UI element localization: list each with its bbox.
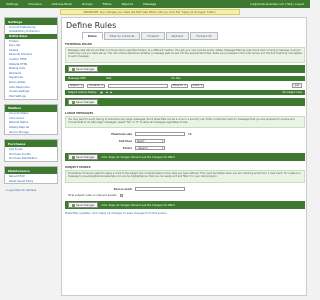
rules-display-label: Subject rules to display: — [68, 91, 97, 94]
save-icon — [72, 67, 75, 71]
main-content: Define Rules Rules Filter by Contents Fo… — [61, 17, 307, 296]
folder-select[interactable]: Inbox ▾ — [190, 83, 205, 88]
folder-row: Folder <Reject> ▾ — [102, 146, 165, 150]
rules-col-text: Text — [106, 77, 112, 80]
rules-count: No subject rules — [282, 91, 302, 94]
sidebar: Settings Account Preferences Global/Poli… — [4, 17, 58, 193]
action-select[interactable]: Move to ▾ — [170, 83, 188, 88]
bottom-note-link[interactable]: Make filter updates, click 'Apply all ch… — [65, 212, 305, 215]
chevron-down-icon: ▾ — [101, 84, 103, 87]
chevron-down-icon: ▾ — [201, 84, 203, 87]
and-then-row: And then Reject ▾ — [102, 139, 165, 143]
settings-panel-title: Settings — [5, 18, 57, 25]
mailbox-panel-title: Mailbox — [5, 104, 57, 112]
sidebar-item-post-settings[interactable]: Post Settings — [5, 94, 57, 99]
filtering-save-bar: Save Changes — [65, 65, 305, 73]
strip-subject-row: Strip subject rules on inbound sender — [68, 194, 123, 197]
rules-input-row: Subject ▾ Contains ▾ Move to ▾ Inbox ▾ Add — [65, 82, 305, 89]
subject-marks-description: Sometimes it may be useful to apply a ma… — [65, 170, 305, 183]
max-size-label: Maximum size — [111, 132, 132, 136]
filtering-heading: FILTERING RULES — [65, 42, 93, 46]
field-select[interactable]: Subject ▾ — [68, 83, 85, 88]
max-size-input[interactable] — [135, 132, 185, 136]
large-messages-heading: LARGE MESSAGES — [65, 111, 94, 115]
tab-filter-by-contents[interactable]: Filter by Contents — [103, 32, 141, 40]
and-then-label: And then — [118, 139, 132, 143]
top-navigation: Settings Domains Address Book Groups Fil… — [0, 0, 310, 8]
chevron-down-icon: ▾ — [161, 146, 163, 150]
large-messages-description: You may want to avoid having to download… — [65, 116, 305, 128]
user-links[interactable]: joe@domainexample.com | Help | Logout — [250, 3, 304, 6]
nav-settings[interactable]: Settings — [6, 2, 18, 6]
rules-col-message-with: Message With — [68, 77, 87, 80]
chevron-down-icon: ▾ — [161, 139, 163, 143]
strip-subject-label: Strip subject rules on inbound sender — [68, 194, 117, 197]
rules-display-checkbox[interactable] — [99, 91, 103, 94]
max-size-row: Maximum size KB — [102, 132, 191, 136]
source-mark-row: Source mark — [102, 187, 185, 191]
sidebar-item-secure-storage[interactable]: Secure Storage — [5, 130, 57, 135]
rules-table-footer: Subject rules to display: ◀ ▶ No subject… — [65, 90, 305, 95]
and-then-select[interactable]: Reject ▾ — [135, 139, 165, 143]
match-select[interactable]: Contains ▾ — [87, 83, 105, 88]
nav-domains[interactable]: Domains — [28, 2, 41, 6]
filtering-save-button[interactable]: Save Changes — [68, 66, 99, 72]
subject-save-note: Click 'Apply all changes' above to put t… — [101, 203, 175, 207]
large-save-button[interactable]: Save Changes — [68, 154, 99, 160]
maintenance-panel-title: Maintenance — [5, 167, 57, 175]
large-save-note: Click 'Apply all changes' above to put t… — [101, 155, 175, 159]
save-icon — [72, 155, 75, 159]
rules-table-header: Message With Text Do this — [65, 76, 305, 81]
important-notice: IMPORTANT: Any changes you make will NOT… — [60, 9, 240, 15]
large-save-bar: Save Changes Click 'Apply all changes' a… — [65, 153, 305, 161]
nav-filters[interactable]: Filters — [103, 2, 112, 6]
settings-panel: Settings Account Preferences Global/Poli… — [4, 17, 58, 100]
page-title: Define Rules — [66, 21, 117, 30]
add-rule-button[interactable]: Add — [291, 83, 302, 88]
strip-subject-checkbox[interactable] — [119, 194, 123, 197]
tab-rules[interactable]: Rules — [82, 32, 103, 40]
subject-marks-heading: SUBJECT MARKS — [65, 165, 91, 169]
tab-redirect[interactable]: Redirect — [165, 32, 190, 40]
sidebar-footer-link[interactable]: « Login Role for address — [4, 188, 58, 193]
subject-save-button[interactable]: Save Changes — [68, 202, 99, 208]
chevron-down-icon: ▾ — [80, 84, 83, 87]
large-folder-select[interactable]: <Reject> ▾ — [135, 146, 165, 150]
page-prev-icon[interactable]: ◀ — [106, 91, 108, 94]
nav-reports[interactable]: Reports — [122, 2, 134, 6]
chevron-down-icon: ▾ — [184, 84, 186, 87]
tab-bar: Rules Filter by Contents Forward Redirec… — [82, 32, 219, 40]
mailbox-panel: Mailbox Account Status Virus Scans Refer… — [4, 103, 58, 136]
rule-text-input[interactable] — [107, 83, 168, 88]
folder-label: Folder — [122, 146, 132, 150]
sidebar-item-reset-saved[interactable]: Reset Saved Items — [5, 179, 57, 184]
save-icon — [72, 203, 75, 207]
sidebar-item-purchase-ssl[interactable]: Purchase SSL/Mailbox — [5, 157, 57, 162]
nav-address-book[interactable]: Address Book — [52, 2, 72, 6]
tab-forward[interactable]: Forward — [141, 32, 165, 40]
filtering-description: Message rules will let you filter incomi… — [65, 47, 305, 63]
purchases-panel: Purchases Add Funds Purchase Credits Pur… — [4, 139, 58, 163]
nav-message[interactable]: Message — [143, 2, 156, 6]
page-next-icon[interactable]: ▶ — [110, 91, 112, 94]
tab-forward-all[interactable]: Forward All — [190, 32, 218, 40]
source-mark-input[interactable] — [135, 187, 185, 191]
rules-save-bar: Save Changes — [65, 98, 305, 106]
rules-col-do-this: Do this — [171, 77, 181, 80]
maintenance-panel: Maintenance Rebuild POP Reset Saved Item… — [4, 166, 58, 185]
source-mark-label: Source mark — [113, 187, 132, 191]
subject-save-bar: Save Changes Click 'Apply all changes' a… — [65, 201, 305, 209]
nav-groups[interactable]: Groups — [82, 2, 93, 6]
max-size-unit: KB — [188, 132, 192, 136]
rules-save-button[interactable]: Save Changes — [68, 99, 99, 105]
purchases-panel-title: Purchases — [5, 140, 57, 148]
save-icon — [72, 100, 75, 104]
